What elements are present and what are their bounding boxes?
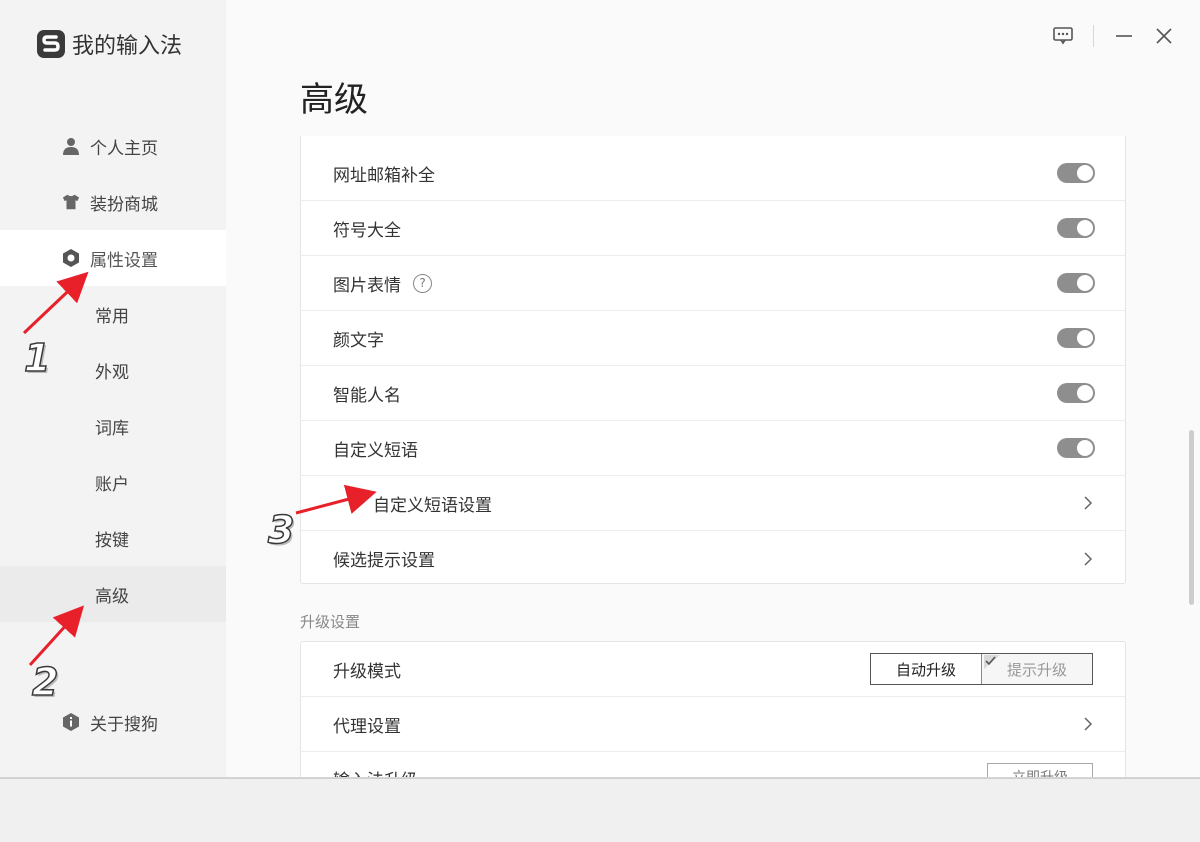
setting-row-custom-phrases: 自定义短语: [301, 421, 1125, 476]
help-icon[interactable]: ?: [413, 273, 432, 293]
section-label-upgrade: 升级设置: [300, 613, 361, 631]
kaomoji-toggle[interactable]: [1057, 328, 1095, 348]
advanced-settings-card: 网址邮箱补全 符号大全 图片表情 ? 颜文字 智能人名 自定义短语 自定义短语设…: [300, 136, 1126, 584]
annotation-number-1: 1: [23, 335, 51, 381]
setting-row-kaomoji: 颜文字: [301, 311, 1125, 366]
app-window: 我的输入法 个人主页 装扮商城 属性设置 常用 外观 词库 账户 按键 高级 关…: [0, 0, 1200, 778]
user-icon: [62, 137, 80, 155]
window-controls: [1043, 20, 1200, 52]
setting-label: 自定义短语: [333, 440, 418, 461]
close-icon: [1156, 28, 1172, 44]
main-panel: 高级 网址邮箱补全 符号大全 图片表情 ? 颜文字 智能人名 自定义短语 自定义…: [226, 0, 1200, 777]
sidebar-item-profile[interactable]: 个人主页: [0, 118, 226, 174]
upgrade-settings-card: 升级模式 自动升级 提示升级 代理设置 输入法升级 立即升级: [300, 641, 1126, 777]
chevron-right-icon: [1081, 717, 1095, 731]
setting-label: 符号大全: [333, 220, 401, 241]
setting-row-proxy[interactable]: 代理设置: [301, 697, 1125, 752]
setting-row-image-emoji: 图片表情 ?: [301, 256, 1125, 311]
feedback-button[interactable]: [1043, 20, 1083, 52]
setting-row-smart-names: 智能人名: [301, 366, 1125, 421]
url-email-toggle[interactable]: [1057, 163, 1095, 183]
sidebar-subitem-dictionary[interactable]: 词库: [0, 398, 226, 454]
sidebar-item-label: 装扮商城: [90, 194, 158, 215]
sidebar-subitem-account[interactable]: 账户: [0, 454, 226, 510]
app-title-text: 我的输入法: [72, 34, 183, 59]
setting-label: 输入法升级: [333, 766, 987, 777]
setting-label: 颜文字: [333, 330, 384, 351]
minimize-icon: [1116, 35, 1132, 37]
setting-label: 候选提示设置: [333, 551, 435, 571]
setting-row-symbols: 符号大全: [301, 201, 1125, 256]
minimize-button[interactable]: [1104, 20, 1144, 52]
auto-upgrade-option[interactable]: 自动升级: [871, 654, 981, 684]
prompt-upgrade-option[interactable]: 提示升级: [981, 654, 1092, 684]
app-title: 我的输入法: [36, 28, 182, 60]
image-emoji-toggle[interactable]: [1057, 273, 1095, 293]
scrollbar[interactable]: [1189, 430, 1200, 605]
symbols-toggle[interactable]: [1057, 218, 1095, 238]
sidebar-item-settings[interactable]: 属性设置: [0, 230, 226, 286]
setting-label: 升级模式: [333, 661, 401, 682]
close-button[interactable]: [1144, 20, 1184, 52]
setting-row-candidate-hints[interactable]: 候选提示设置: [301, 531, 1125, 586]
custom-phrases-toggle[interactable]: [1057, 438, 1095, 458]
setting-row-custom-phrases-settings[interactable]: 自定义短语设置: [301, 476, 1125, 531]
setting-row-url-email: 网址邮箱补全: [301, 136, 1125, 201]
gear-icon: [62, 249, 80, 267]
sidebar-item-skin-store[interactable]: 装扮商城: [0, 174, 226, 230]
setting-label: 网址邮箱补全: [333, 165, 435, 186]
annotation-number-2: 2: [31, 659, 59, 705]
upgrade-now-button[interactable]: 立即升级: [987, 763, 1093, 777]
bottom-strip: [0, 778, 1200, 842]
info-icon: [62, 713, 80, 731]
title-bar-divider: [1093, 25, 1094, 47]
chevron-right-icon: [1081, 551, 1095, 566]
setting-label: 自定义短语设置: [373, 495, 492, 516]
shirt-icon: [62, 193, 80, 211]
sidebar-subitem-advanced[interactable]: 高级: [0, 566, 226, 622]
scrollbar-thumb[interactable]: [1189, 430, 1194, 605]
sidebar-subitem-keys[interactable]: 按键: [0, 510, 226, 566]
smart-names-toggle[interactable]: [1057, 383, 1095, 403]
annotation-number-3: 3: [267, 507, 295, 553]
sidebar-item-label: 关于搜狗: [90, 714, 158, 735]
upgrade-mode-selector: 自动升级 提示升级: [870, 653, 1093, 685]
chat-icon: [1053, 27, 1073, 45]
chevron-right-icon: [1081, 496, 1095, 510]
sidebar-item-label: 个人主页: [90, 138, 158, 159]
setting-row-upgrade-mode: 升级模式 自动升级 提示升级: [301, 642, 1125, 697]
setting-label: 代理设置: [333, 716, 401, 737]
setting-label: 智能人名: [333, 385, 401, 406]
setting-row-ime-upgrade: 输入法升级 立即升级: [301, 752, 1125, 777]
prompt-upgrade-label: 提示升级: [1006, 660, 1067, 679]
sogou-logo-icon: [37, 30, 65, 58]
setting-label: 图片表情: [333, 275, 401, 296]
page-title: 高级: [300, 80, 368, 120]
sidebar-subitem-common[interactable]: 常用: [0, 286, 226, 342]
check-icon: [984, 655, 1000, 669]
sidebar-item-label: 属性设置: [90, 250, 158, 271]
